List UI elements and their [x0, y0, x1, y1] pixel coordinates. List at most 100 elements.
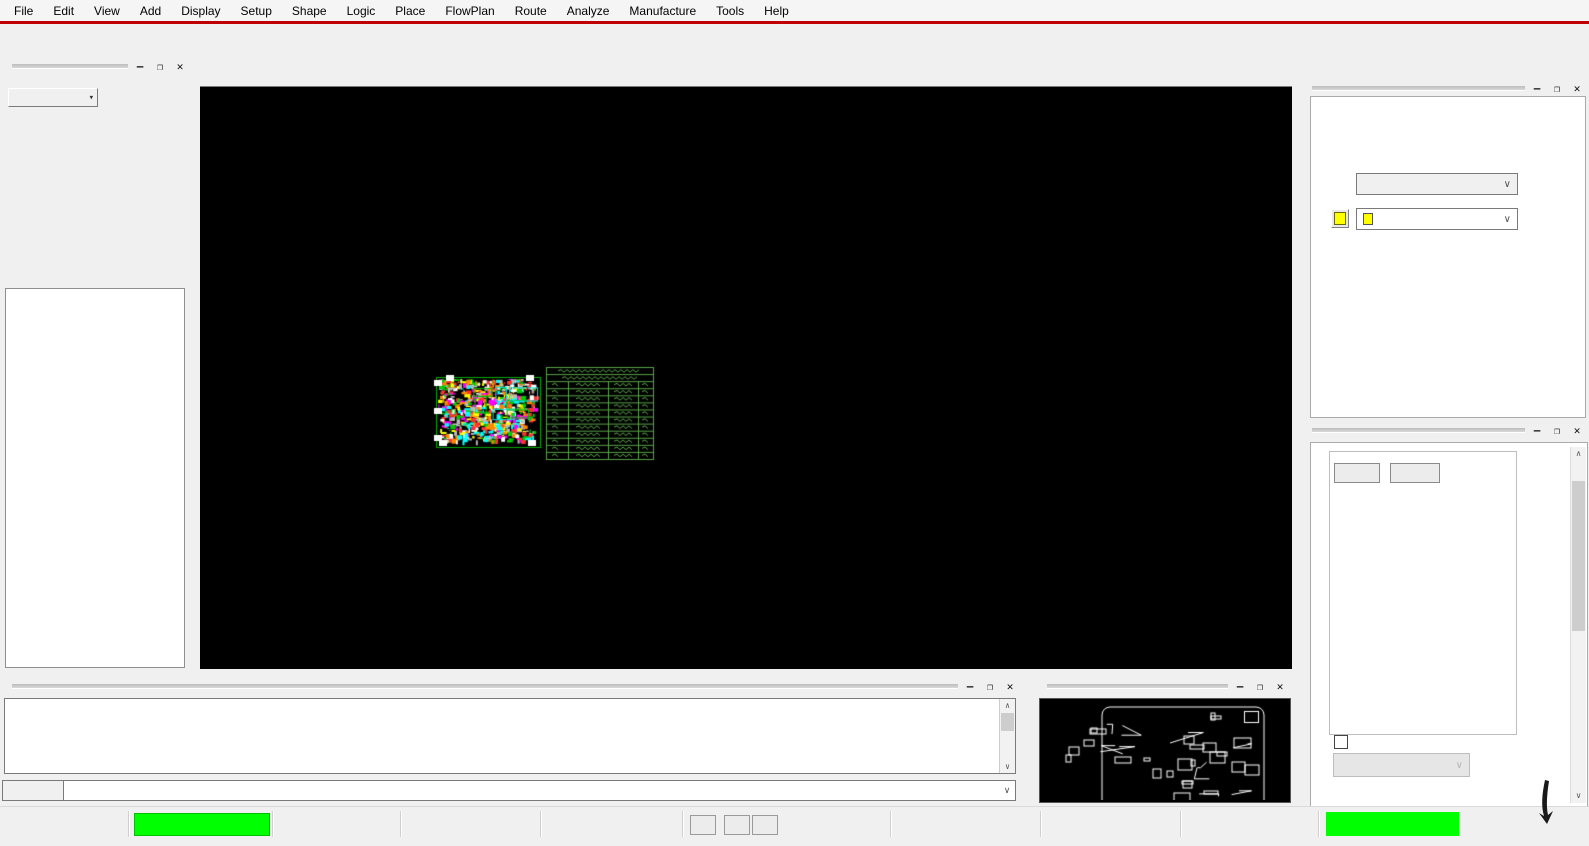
command-log[interactable] — [4, 698, 1016, 774]
float-icon[interactable] — [984, 680, 996, 693]
main-toolbar — [0, 25, 1589, 57]
scroll-down-icon[interactable] — [1571, 789, 1586, 803]
close-icon[interactable] — [174, 60, 186, 73]
titlebar-grip[interactable] — [12, 684, 958, 688]
status-separator — [272, 811, 273, 837]
design-workflow-panel — [0, 58, 192, 668]
float-icon[interactable] — [1551, 424, 1563, 437]
chevron-down-icon — [1504, 213, 1511, 225]
command-panel — [0, 678, 1022, 806]
find-scrollbar[interactable] — [1570, 447, 1586, 803]
status-separator — [682, 811, 683, 837]
menu-route[interactable]: Route — [505, 1, 557, 21]
status-separator — [890, 811, 891, 837]
close-icon[interactable] — [1571, 424, 1583, 437]
status-bar — [0, 806, 1589, 846]
workspace-name-select[interactable] — [8, 88, 98, 107]
pcb-design-canvas[interactable] — [200, 87, 1292, 669]
float-icon[interactable] — [1254, 680, 1266, 693]
menu-tools[interactable]: Tools — [706, 1, 754, 21]
find-body — [1310, 442, 1588, 808]
minimize-icon[interactable] — [1531, 424, 1543, 437]
menu-shape[interactable]: Shape — [282, 1, 337, 21]
minimize-icon[interactable] — [964, 680, 976, 693]
command-input-wrap — [64, 780, 1016, 801]
close-icon[interactable] — [1274, 680, 1286, 693]
design-canvas-area — [200, 86, 1292, 669]
scrollbar-thumb[interactable] — [1572, 481, 1585, 631]
workspace-row — [4, 88, 98, 107]
minimize-icon[interactable] — [1234, 680, 1246, 693]
window-buttons — [134, 60, 186, 73]
menu-help[interactable]: Help — [754, 1, 799, 21]
layer-color-swatch[interactable] — [1331, 209, 1349, 228]
titlebar-grip[interactable] — [1312, 428, 1525, 432]
command-input[interactable] — [64, 781, 999, 800]
brand-accent-line — [0, 21, 1589, 24]
checkbox-icon — [1334, 735, 1348, 749]
scrollbar-thumb[interactable] — [1001, 713, 1014, 731]
scroll-up-icon[interactable] — [1000, 699, 1015, 712]
command-log-scrollbar[interactable] — [999, 699, 1015, 773]
view-titlebar — [1035, 678, 1292, 694]
progress-bar — [134, 813, 270, 836]
menu-bar: File Edit View Add Display Setup Shape Logic Pla… — [0, 0, 1589, 21]
saved-query-select — [1333, 753, 1470, 777]
menu-view[interactable]: View — [84, 1, 130, 21]
menu-flowplan[interactable]: FlowPlan — [435, 1, 504, 21]
all-on-button[interactable] — [1334, 463, 1380, 483]
menu-add[interactable]: Add — [130, 1, 171, 21]
active-subclass-select[interactable] — [1356, 208, 1518, 230]
window-buttons — [964, 680, 1016, 693]
float-icon[interactable] — [154, 60, 166, 73]
menu-logic[interactable]: Logic — [337, 1, 386, 21]
angle-mode-button[interactable] — [752, 815, 778, 835]
float-icon[interactable] — [1551, 82, 1563, 95]
titlebar-grip[interactable] — [1312, 86, 1525, 90]
design-object-find-filter-group — [1329, 451, 1517, 735]
minimize-icon[interactable] — [1531, 82, 1543, 95]
pick-mode-button[interactable] — [724, 815, 750, 835]
scroll-down-icon[interactable] — [1000, 760, 1015, 773]
titlebar-grip[interactable] — [12, 64, 128, 68]
menu-manufacture[interactable]: Manufacture — [619, 1, 706, 21]
window-buttons — [1531, 82, 1583, 95]
menu-display[interactable]: Display — [171, 1, 230, 21]
menu-analyze[interactable]: Analyze — [557, 1, 620, 21]
active-class-select[interactable] — [1356, 173, 1518, 195]
find-panel — [1300, 422, 1589, 808]
status-separator — [400, 811, 401, 837]
all-off-button[interactable] — [1390, 463, 1440, 483]
options-panel — [1300, 80, 1589, 420]
status-separator — [1318, 811, 1319, 837]
find-titlebar — [1300, 422, 1589, 438]
menu-edit[interactable]: Edit — [43, 1, 84, 21]
pcb-editor-window: { "brand": {"logo": "cādence"}, "menu": … — [0, 0, 1589, 846]
minimize-icon[interactable] — [134, 60, 146, 73]
close-icon[interactable] — [1004, 680, 1016, 693]
board-overview-canvas[interactable] — [1040, 699, 1288, 800]
view-body — [1039, 698, 1291, 803]
units-button[interactable] — [690, 815, 716, 835]
chevron-down-icon — [1504, 178, 1511, 190]
status-separator — [1180, 811, 1181, 837]
menu-file[interactable]: File — [4, 1, 43, 21]
workflow-detail-area — [5, 288, 185, 668]
chevron-down-icon — [1456, 759, 1463, 771]
command-prompt-row — [2, 780, 1016, 801]
by-saved-query-checkbox[interactable] — [1334, 735, 1353, 749]
command-titlebar — [0, 678, 1022, 694]
options-body — [1310, 96, 1586, 418]
design-workflow-titlebar — [0, 58, 192, 74]
window-buttons — [1531, 424, 1583, 437]
command-prompt-label — [2, 780, 64, 801]
close-icon[interactable] — [1571, 82, 1583, 95]
menu-setup[interactable]: Setup — [231, 1, 282, 21]
menu-place[interactable]: Place — [385, 1, 435, 21]
drc-status-box[interactable] — [1326, 812, 1459, 836]
titlebar-grip[interactable] — [1047, 684, 1228, 688]
mouse-cursor — [1539, 780, 1553, 824]
status-separator — [128, 811, 129, 837]
chevron-down-icon[interactable] — [999, 785, 1015, 796]
scroll-up-icon[interactable] — [1571, 447, 1586, 461]
